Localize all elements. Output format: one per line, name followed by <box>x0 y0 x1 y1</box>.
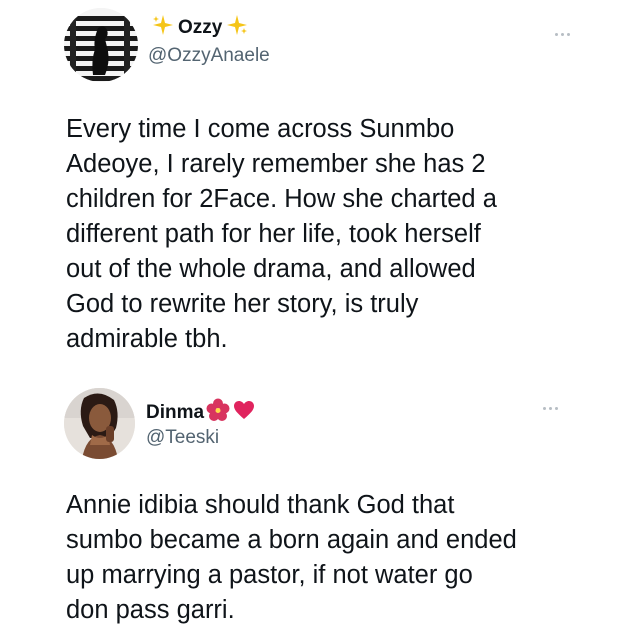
more-dot <box>561 33 564 36</box>
striped-portrait-avatar <box>64 8 138 82</box>
woman-portrait-avatar <box>64 388 135 459</box>
avatar[interactable] <box>64 8 138 82</box>
sparkles-icon <box>152 14 174 42</box>
more-dot <box>567 33 570 36</box>
tweet-text: Annie idibia should thank God that sumbo… <box>66 491 517 624</box>
tweet-text: Every time I come across Sunmbo Adeoye, … <box>66 115 497 353</box>
more-dot <box>543 407 546 410</box>
hibiscus-icon <box>206 398 230 428</box>
user-handle[interactable]: @Teeski <box>146 427 219 449</box>
more-options-icon[interactable] <box>555 33 570 36</box>
display-name-text: Dinma <box>146 402 205 423</box>
display-name[interactable]: Dinma <box>146 398 256 428</box>
more-dot <box>555 407 558 410</box>
more-dot <box>549 407 552 410</box>
display-name-text: Ozzy <box>178 17 223 38</box>
red-heart-icon <box>232 398 256 428</box>
user-handle[interactable]: @OzzyAnaele <box>148 45 270 67</box>
screenshot-page: Ozzy @OzzyAnaele Every time I come acros… <box>0 0 640 640</box>
display-name[interactable]: Ozzy <box>148 14 252 42</box>
more-dot <box>555 33 558 36</box>
sparkles-icon <box>226 14 248 42</box>
more-options-icon[interactable] <box>543 407 558 410</box>
avatar[interactable] <box>64 388 135 459</box>
